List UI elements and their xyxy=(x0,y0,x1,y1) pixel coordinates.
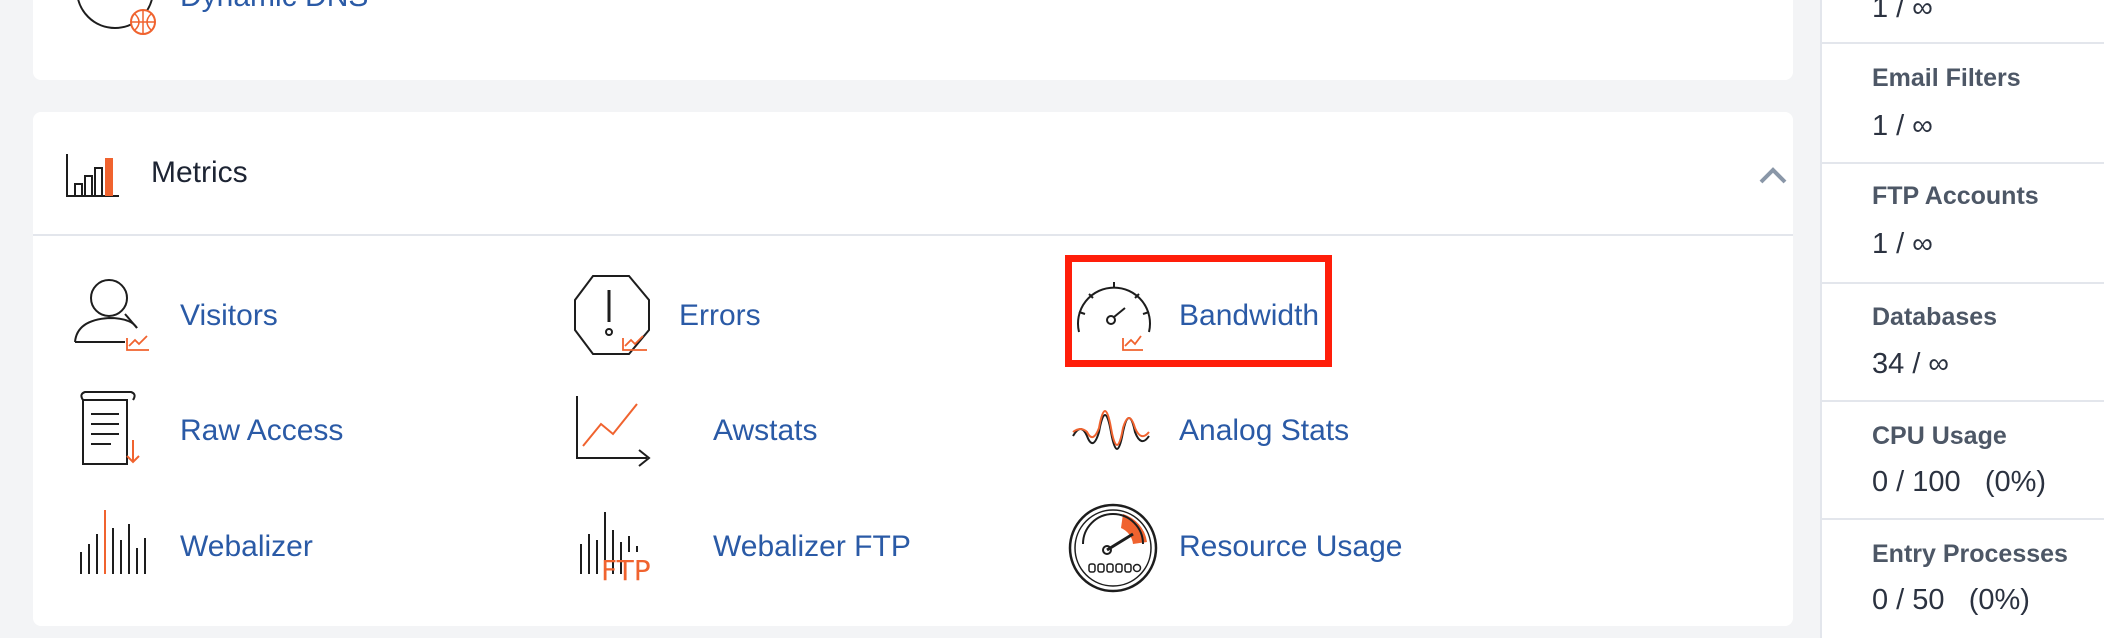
stat-row: Entry Processes 0 / 50 (0%) xyxy=(1822,520,2104,638)
raw-access-icon xyxy=(80,391,140,465)
stat-label: CPU Usage xyxy=(1872,422,2007,450)
webalizer-ftp-icon: FTP xyxy=(580,512,651,584)
stat-label: Entry Processes xyxy=(1872,540,2068,568)
stat-row: Email Filters 1 / ∞ xyxy=(1822,44,2104,164)
awstats-link[interactable]: Awstats xyxy=(713,414,818,448)
webalizer-link[interactable]: Webalizer xyxy=(180,530,313,564)
stat-row: 1 / ∞ xyxy=(1822,0,2104,44)
stat-value: 0 / 100 (0%) xyxy=(1872,466,2047,498)
visitors-icon xyxy=(74,279,149,351)
analog-stats-link[interactable]: Analog Stats xyxy=(1179,414,1349,448)
stat-label: FTP Accounts xyxy=(1872,182,2039,210)
metrics-icon xyxy=(66,154,119,197)
stat-value: 1 / ∞ xyxy=(1872,110,1933,142)
domains-card: Dynamic DNS xyxy=(33,0,1793,80)
stat-value: 0 / 50 (0%) xyxy=(1872,584,2030,616)
stat-value: 1 / ∞ xyxy=(1872,228,1933,260)
page: Dynamic DNS Metrics Visitors xyxy=(0,0,2104,638)
metrics-title: Metrics xyxy=(151,156,248,189)
resource-usage-link[interactable]: Resource Usage xyxy=(1179,530,1402,564)
awstats-icon xyxy=(576,396,651,467)
bandwidth-highlight-box xyxy=(1065,255,1332,367)
stat-row: Databases 34 / ∞ xyxy=(1822,284,2104,402)
stat-value: 34 / ∞ xyxy=(1872,348,1950,380)
dynamic-dns-icon xyxy=(77,0,156,35)
statistics-panel: 1 / ∞ Email Filters 1 / ∞ FTP Accounts 1… xyxy=(1820,0,2104,638)
errors-icon xyxy=(574,275,650,355)
stat-row: FTP Accounts 1 / ∞ xyxy=(1822,164,2104,284)
stat-label: Email Filters xyxy=(1872,64,2021,92)
svg-text:FTP: FTP xyxy=(601,554,651,584)
metrics-card: Metrics Visitors Errors Bandwidth Raw Ac… xyxy=(33,112,1793,626)
analog-stats-icon xyxy=(1072,410,1150,450)
stat-value: 1 / ∞ xyxy=(1872,0,1933,24)
errors-link[interactable]: Errors xyxy=(679,299,761,333)
resource-usage-icon xyxy=(1068,503,1158,593)
webalizer-ftp-link[interactable]: Webalizer FTP xyxy=(713,530,911,564)
chevron-up-icon[interactable] xyxy=(1755,160,1791,190)
dynamic-dns-link[interactable]: Dynamic DNS xyxy=(180,0,368,14)
visitors-link[interactable]: Visitors xyxy=(180,299,278,333)
webalizer-icon xyxy=(80,510,146,574)
stat-row: CPU Usage 0 / 100 (0%) xyxy=(1822,402,2104,520)
metrics-header[interactable]: Metrics xyxy=(33,112,1793,236)
raw-access-link[interactable]: Raw Access xyxy=(180,414,343,448)
stat-label: Databases xyxy=(1872,303,1998,331)
